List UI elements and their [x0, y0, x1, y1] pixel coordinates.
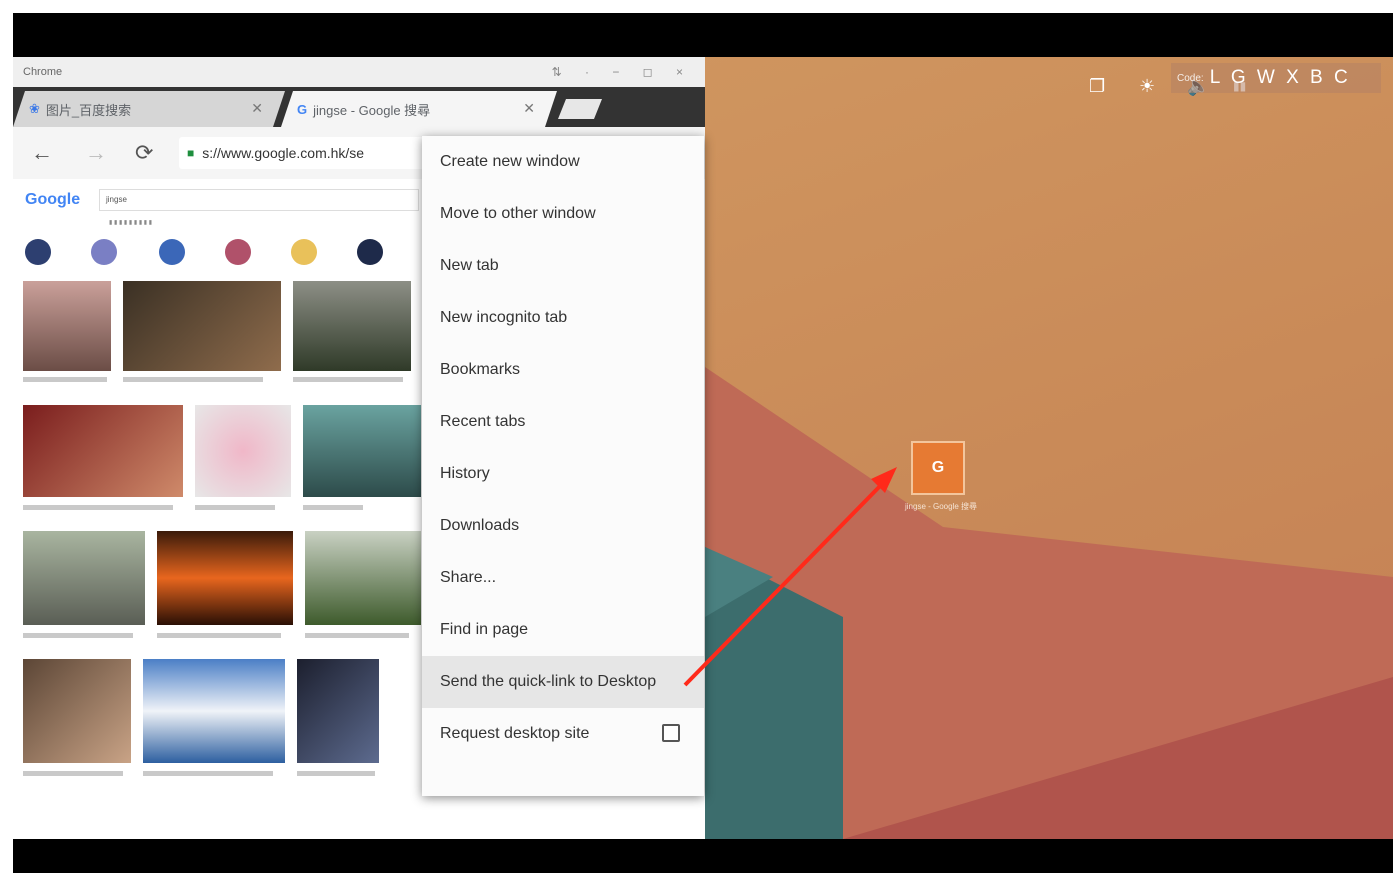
screen-frame: G jingse - Google 搜尋 ❐ ☀ 🔈 ▮▮ Code: L G … [13, 13, 1393, 873]
annotation-arrow [683, 467, 897, 687]
